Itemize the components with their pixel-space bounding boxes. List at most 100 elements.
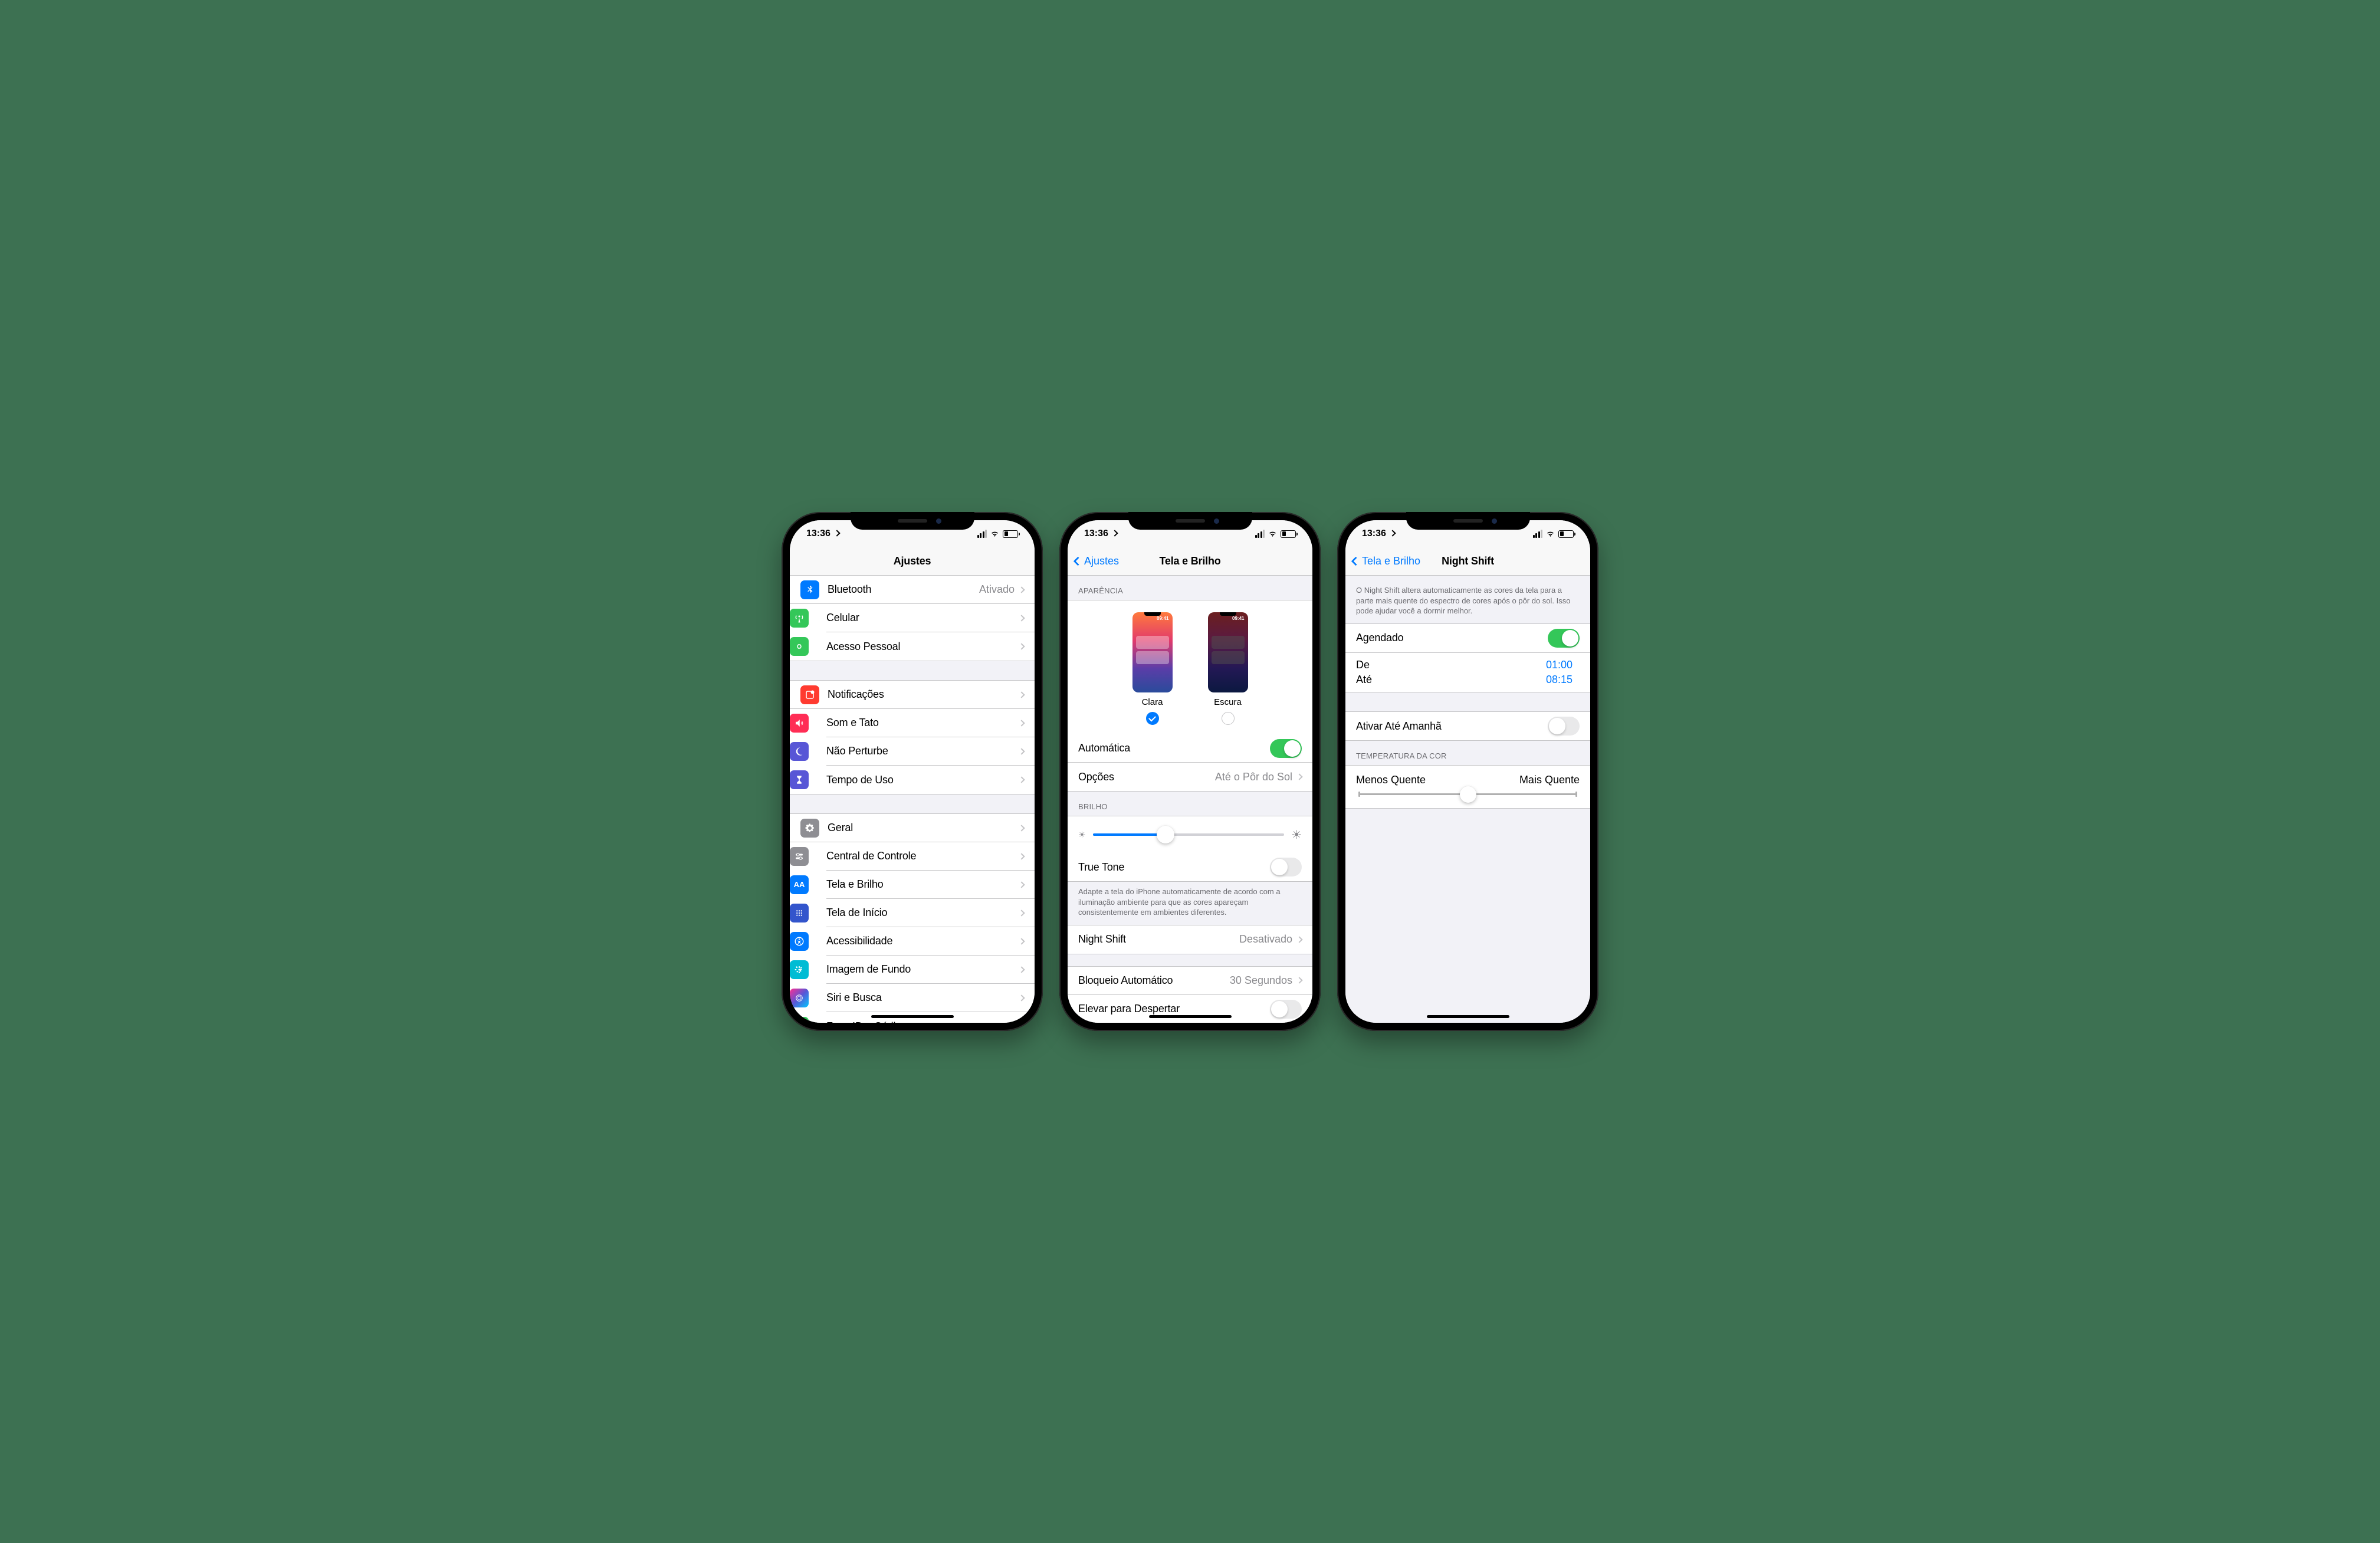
settings-row-screentime[interactable]: Tempo de Uso bbox=[826, 766, 1035, 794]
flower-icon bbox=[790, 960, 809, 979]
wifi-icon bbox=[1545, 530, 1555, 538]
from-time: 01:00 bbox=[1546, 659, 1573, 671]
chevron-right-icon bbox=[1296, 977, 1302, 983]
row-nightshift[interactable]: Night Shift Desativado bbox=[1068, 925, 1312, 954]
chevron-right-icon bbox=[1018, 748, 1025, 754]
toggle-automatic[interactable] bbox=[1270, 739, 1302, 758]
row-automatic: Automática bbox=[1068, 734, 1312, 763]
phone-settings: 13:36 Ajustes Bluetooth Ativado bbox=[782, 512, 1043, 1031]
row-autolock[interactable]: Bloqueio Automático 30 Segundos bbox=[1068, 967, 1312, 995]
brightness-slider[interactable] bbox=[1093, 826, 1285, 843]
chevron-left-icon bbox=[1074, 557, 1083, 566]
chevron-right-icon bbox=[1018, 966, 1025, 973]
settings-row-controlcenter[interactable]: Central de Controle bbox=[826, 842, 1035, 871]
row-label: Agendado bbox=[1356, 632, 1548, 644]
row-label: Notificações bbox=[828, 688, 1019, 701]
to-time: 08:15 bbox=[1546, 674, 1573, 686]
chevron-right-icon bbox=[1018, 586, 1025, 593]
home-indicator[interactable] bbox=[1149, 1015, 1232, 1018]
settings-row-accessibility[interactable]: Acessibilidade bbox=[826, 927, 1035, 956]
hourglass-icon bbox=[790, 770, 809, 789]
phone-night-shift: 13:36 Tela e Brilho Night Shift O Night … bbox=[1337, 512, 1598, 1031]
settings-row-bluetooth[interactable]: Bluetooth Ativado bbox=[790, 576, 1035, 604]
settings-row-sound[interactable]: Som e Tato bbox=[826, 709, 1035, 737]
home-indicator[interactable] bbox=[871, 1015, 954, 1018]
link-icon bbox=[790, 637, 809, 656]
toggle-manual[interactable] bbox=[1548, 717, 1580, 736]
back-button[interactable]: Ajustes bbox=[1075, 555, 1119, 567]
wifi-icon bbox=[990, 530, 1000, 538]
row-label: Não Perturbe bbox=[826, 745, 1019, 757]
chevron-right-icon bbox=[1018, 691, 1025, 698]
settings-row-cellular[interactable]: Celular bbox=[826, 604, 1035, 632]
battery-icon bbox=[1003, 530, 1018, 538]
brightness-high-icon: ☀︎ bbox=[1291, 828, 1302, 842]
settings-row-homescreen[interactable]: Tela de Início bbox=[826, 899, 1035, 927]
settings-row-display[interactable]: AA Tela e Brilho bbox=[826, 871, 1035, 899]
row-options[interactable]: Opções Até o Pôr do Sol bbox=[1068, 763, 1312, 791]
wifi-icon bbox=[1268, 530, 1278, 538]
chevron-right-icon bbox=[1018, 720, 1025, 726]
radio-checked-icon bbox=[1146, 712, 1159, 725]
row-label: Celular bbox=[826, 612, 1019, 624]
settings-row-hotspot[interactable]: Acesso Pessoal bbox=[826, 632, 1035, 661]
settings-row-dnd[interactable]: Não Perturbe bbox=[826, 737, 1035, 766]
chevron-right-icon bbox=[1018, 643, 1025, 649]
nav-header: Tela e Brilho Night Shift bbox=[1345, 547, 1590, 576]
chevron-right-icon bbox=[1018, 776, 1025, 783]
chevron-right-icon bbox=[1018, 938, 1025, 944]
row-scheduled: Agendado bbox=[1345, 624, 1590, 652]
row-schedule-times[interactable]: De Até 01:00 08:15 bbox=[1345, 652, 1590, 692]
page-title: Ajustes bbox=[894, 555, 931, 567]
gear-icon bbox=[800, 819, 819, 838]
row-label: Acesso Pessoal bbox=[826, 641, 1019, 653]
row-enable-until-tomorrow: Ativar Até Amanhã bbox=[1345, 712, 1590, 740]
notch bbox=[1406, 512, 1530, 530]
section-header-temperature: TEMPERATURA DA COR bbox=[1345, 741, 1590, 765]
status-time: 13:36 bbox=[1084, 528, 1108, 539]
temperature-labels: Menos Quente Mais Quente bbox=[1345, 765, 1590, 789]
status-time: 13:36 bbox=[1362, 528, 1386, 539]
chevron-right-icon bbox=[1018, 615, 1025, 621]
text-size-icon: AA bbox=[790, 875, 809, 894]
settings-row-notifications[interactable]: Notificações bbox=[790, 681, 1035, 709]
less-warm-label: Menos Quente bbox=[1356, 774, 1426, 786]
toggle-truetone[interactable] bbox=[1270, 858, 1302, 876]
back-button[interactable]: Tela e Brilho bbox=[1353, 555, 1420, 567]
toggle-scheduled[interactable] bbox=[1548, 629, 1580, 648]
chevron-right-icon bbox=[1018, 853, 1025, 859]
antenna-icon bbox=[790, 609, 809, 628]
location-icon bbox=[833, 530, 840, 536]
settings-row-wallpaper[interactable]: Imagem de Fundo bbox=[826, 956, 1035, 984]
appearance-option-light[interactable]: 09:4109:41 Clara bbox=[1132, 612, 1173, 725]
row-raise-wake: Elevar para Despertar bbox=[1068, 995, 1312, 1023]
settings-row-general[interactable]: Geral bbox=[790, 814, 1035, 842]
appearance-option-dark[interactable]: 09:41 Escura bbox=[1208, 612, 1248, 725]
section-header-appearance: APARÊNCIA bbox=[1068, 576, 1312, 600]
row-detail: 30 Segundos bbox=[1230, 974, 1292, 987]
row-label: Acessibilidade bbox=[826, 935, 1019, 947]
row-label: Tela de Início bbox=[826, 907, 1019, 919]
cellular-signal-icon bbox=[1533, 530, 1543, 538]
row-truetone: True Tone bbox=[1068, 853, 1312, 881]
notifications-icon bbox=[800, 685, 819, 704]
row-label: Imagem de Fundo bbox=[826, 963, 1019, 976]
temperature-slider[interactable] bbox=[1358, 793, 1577, 795]
location-icon bbox=[1389, 530, 1396, 536]
row-detail: Desativado bbox=[1239, 933, 1292, 946]
cellular-signal-icon bbox=[977, 530, 987, 538]
bluetooth-icon bbox=[800, 580, 819, 599]
settings-row-siri[interactable]: Siri e Busca bbox=[826, 984, 1035, 1012]
section-header-brightness: BRILHO bbox=[1068, 792, 1312, 816]
row-label: Tela e Brilho bbox=[826, 878, 1019, 891]
chevron-left-icon bbox=[1351, 557, 1361, 566]
row-label: Som e Tato bbox=[826, 717, 1019, 729]
row-detail: Até o Pôr do Sol bbox=[1215, 771, 1292, 783]
page-title: Night Shift bbox=[1442, 555, 1494, 567]
home-indicator[interactable] bbox=[1427, 1015, 1509, 1018]
toggle-raise-wake[interactable] bbox=[1270, 1000, 1302, 1019]
cellular-signal-icon bbox=[1255, 530, 1265, 538]
brightness-slider-row: ☀︎ ☀︎ bbox=[1068, 816, 1312, 853]
row-label: True Tone bbox=[1078, 861, 1270, 874]
row-label: Face ID e Código bbox=[826, 1020, 1019, 1023]
